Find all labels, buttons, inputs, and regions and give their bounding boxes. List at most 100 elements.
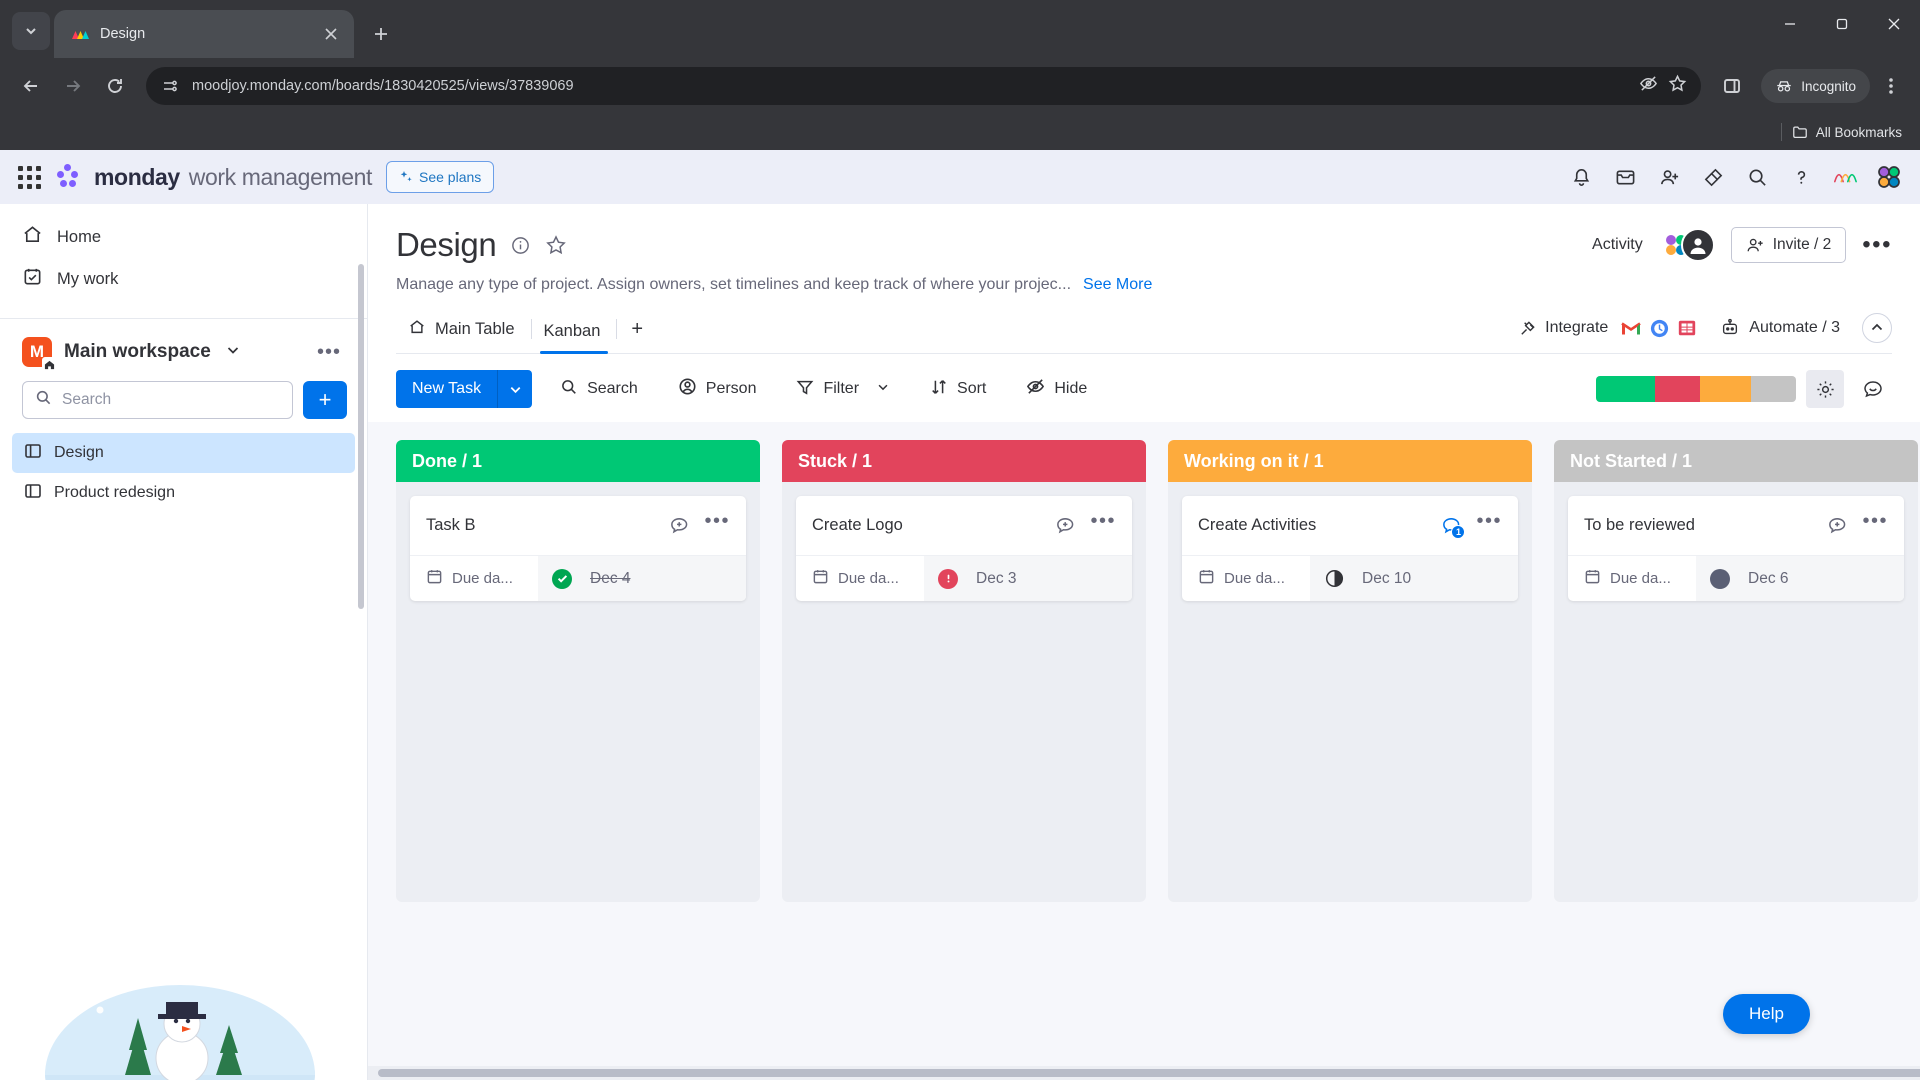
sidebar-item-home[interactable]: Home: [0, 216, 367, 258]
search-button[interactable]: Search: [548, 371, 650, 407]
monday-logo[interactable]: monday work management: [55, 164, 372, 191]
back-icon[interactable]: [12, 67, 50, 105]
favorite-star-icon[interactable]: [545, 234, 567, 256]
automate-button[interactable]: Automate / 3: [1720, 318, 1840, 338]
board-menu-icon[interactable]: •••: [1862, 231, 1892, 259]
browser-menu-icon[interactable]: [1874, 69, 1908, 103]
user-avatar[interactable]: [1876, 164, 1902, 190]
kanban-column-body[interactable]: Task B ••• Due da... Dec 4: [396, 482, 760, 902]
address-bar[interactable]: moodjoy.monday.com/boards/1830420525/vie…: [146, 67, 1702, 105]
collapse-header-button[interactable]: [1862, 313, 1892, 343]
tracking-protection-icon[interactable]: [1639, 74, 1658, 98]
tab-main-table[interactable]: Main Table: [396, 310, 531, 353]
card-title: Task B: [426, 516, 476, 534]
card-field-value[interactable]: Dec 4: [538, 556, 746, 601]
sort-button[interactable]: Sort: [918, 371, 998, 407]
hide-button[interactable]: Hide: [1014, 371, 1099, 407]
kanban-column-body[interactable]: Create Logo ••• Due da... Dec 3: [782, 482, 1146, 902]
close-icon[interactable]: [318, 21, 344, 47]
close-window-icon[interactable]: [1868, 0, 1920, 48]
see-plans-button[interactable]: See plans: [386, 161, 495, 193]
add-board-button[interactable]: +: [303, 381, 347, 419]
side-panel-icon[interactable]: [1713, 67, 1751, 105]
kanban-card[interactable]: To be reviewed ••• Due da... Dec 6: [1568, 496, 1904, 601]
sidebar-item-product-redesign[interactable]: Product redesign: [12, 473, 355, 513]
notifications-icon[interactable]: [1568, 164, 1594, 190]
apps-icon[interactable]: [1700, 164, 1726, 190]
avatar-stack[interactable]: [1658, 228, 1715, 262]
status-color-bar[interactable]: [1596, 376, 1796, 402]
add-comment-icon[interactable]: [666, 513, 692, 539]
add-comment-icon[interactable]: [1824, 513, 1850, 539]
card-menu-icon[interactable]: •••: [700, 510, 732, 541]
add-view-button[interactable]: +: [617, 310, 657, 353]
person-icon: [678, 377, 697, 401]
board-chat-icon[interactable]: [1854, 370, 1892, 408]
chevron-down-icon[interactable]: [498, 382, 532, 397]
invite-member-icon[interactable]: [1656, 164, 1682, 190]
automate-label: Automate / 3: [1749, 319, 1840, 336]
maximize-icon[interactable]: [1816, 0, 1868, 48]
invite-button[interactable]: Invite / 2: [1730, 227, 1847, 263]
board-actions: Activity Invite / 2 •••: [1592, 227, 1892, 263]
new-task-button[interactable]: New Task: [396, 370, 533, 408]
card-field-value[interactable]: Dec 6: [1696, 556, 1904, 601]
kanban-column-body[interactable]: To be reviewed ••• Due da... Dec 6: [1554, 482, 1918, 902]
kanban-column-body[interactable]: Create Activities 1 ••• Due da... Dec 10: [1168, 482, 1532, 902]
kanban-column-header[interactable]: Not Started / 1: [1554, 440, 1918, 482]
sidebar-scrollbar[interactable]: [358, 264, 364, 609]
scrollbar-thumb[interactable]: [378, 1069, 1920, 1077]
integrate-button[interactable]: Integrate: [1518, 317, 1698, 339]
browser-tab[interactable]: Design: [54, 10, 354, 58]
tab-label: Kanban: [543, 322, 601, 340]
card-field-value[interactable]: Dec 3: [924, 556, 1132, 601]
filter-button[interactable]: Filter: [784, 371, 902, 407]
avatar[interactable]: [1680, 228, 1715, 262]
app-switcher-icon[interactable]: [18, 165, 41, 189]
workspace-row[interactable]: M Main workspace •••: [0, 319, 367, 377]
person-filter-button[interactable]: Person: [666, 371, 769, 407]
site-settings-icon[interactable]: [160, 78, 180, 94]
forward-icon[interactable]: [54, 67, 92, 105]
tab-search-button[interactable]: [12, 12, 50, 50]
see-more-link[interactable]: See More: [1083, 276, 1152, 294]
minimize-icon[interactable]: [1764, 0, 1816, 48]
chevron-down-icon[interactable]: [225, 342, 241, 363]
color-swatch-working: [1700, 376, 1751, 402]
kanban-card[interactable]: Create Activities 1 ••• Due da... Dec 10: [1182, 496, 1518, 601]
search-icon[interactable]: [1744, 164, 1770, 190]
info-icon[interactable]: [510, 235, 531, 256]
board-settings-icon[interactable]: [1806, 370, 1844, 408]
horizontal-scrollbar[interactable]: [368, 1066, 1920, 1080]
card-field-value[interactable]: Dec 10: [1310, 556, 1518, 601]
chevron-down-icon[interactable]: [876, 380, 890, 399]
new-tab-button[interactable]: [364, 17, 398, 51]
sidebar-item-my-work[interactable]: My work: [0, 258, 367, 300]
person-label: Person: [705, 380, 757, 397]
monday-favicon: [70, 24, 90, 44]
comment-count-icon[interactable]: 1: [1438, 513, 1466, 539]
add-comment-icon[interactable]: [1052, 513, 1078, 539]
help-button[interactable]: Help: [1723, 994, 1810, 1034]
kanban-card[interactable]: Create Logo ••• Due da... Dec 3: [796, 496, 1132, 601]
bookmark-star-icon[interactable]: [1668, 74, 1687, 98]
kanban-column-header[interactable]: Done / 1: [396, 440, 760, 482]
workspace-menu-icon[interactable]: •••: [317, 341, 347, 364]
app-body: Home My work M Main workspace ••• Search…: [0, 204, 1920, 1080]
sidebar-item-design[interactable]: Design: [12, 433, 355, 473]
tab-kanban[interactable]: Kanban: [532, 314, 617, 354]
help-icon[interactable]: [1788, 164, 1814, 190]
kanban-column-header[interactable]: Stuck / 1: [782, 440, 1146, 482]
search-input[interactable]: [22, 381, 293, 419]
search-field[interactable]: [62, 391, 280, 409]
card-menu-icon[interactable]: •••: [1858, 510, 1890, 541]
kanban-card[interactable]: Task B ••• Due da... Dec 4: [410, 496, 746, 601]
all-bookmarks-button[interactable]: All Bookmarks: [1792, 124, 1902, 140]
incognito-indicator[interactable]: Incognito: [1761, 69, 1870, 103]
reload-icon[interactable]: [96, 67, 134, 105]
monday-product-icon[interactable]: [1832, 164, 1858, 190]
kanban-column-header[interactable]: Working on it / 1: [1168, 440, 1532, 482]
card-menu-icon[interactable]: •••: [1472, 510, 1504, 541]
inbox-icon[interactable]: [1612, 164, 1638, 190]
card-menu-icon[interactable]: •••: [1086, 510, 1118, 541]
